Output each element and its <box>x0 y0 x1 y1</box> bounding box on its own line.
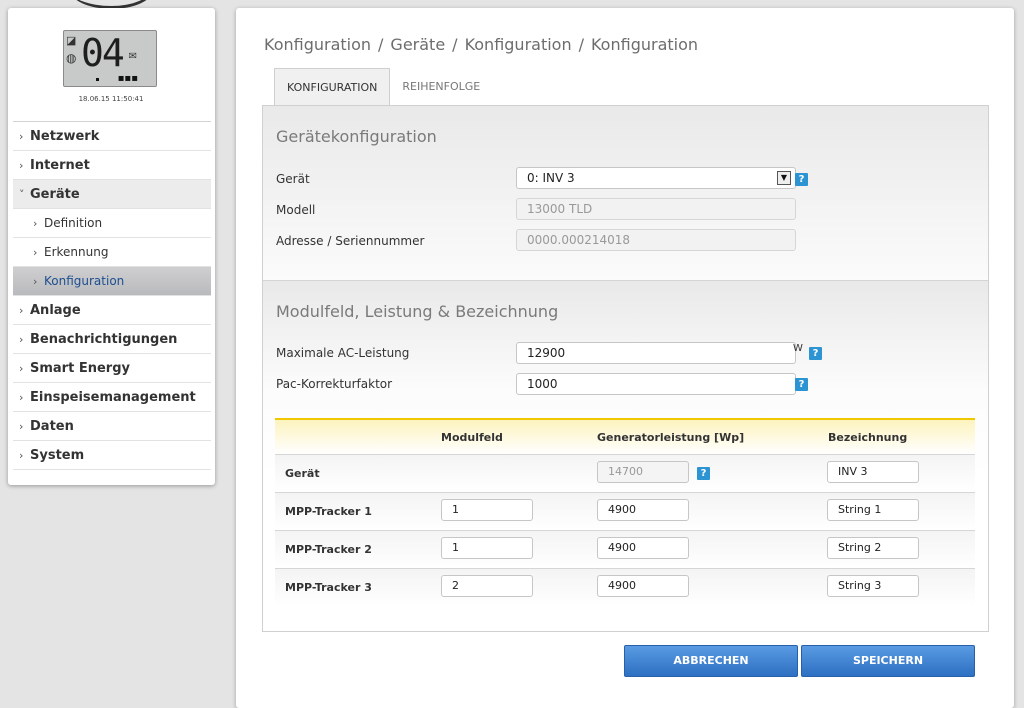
generator-total-field: 14700 <box>597 461 689 483</box>
help-icon[interactable]: ? <box>697 467 710 480</box>
max-ac-input[interactable]: 12900 <box>516 342 796 364</box>
chart-icon: ◪ <box>66 34 77 47</box>
table-row: MPP-Tracker 2 1 4900 String 2 <box>275 530 975 568</box>
column-header-generatorleistung: Generatorleistung [Wp] <box>597 431 745 444</box>
cancel-button[interactable]: ABBRECHEN <box>624 645 798 677</box>
model-field: 13000 TLD <box>516 198 796 220</box>
sidebar-item-anlage[interactable]: › Anlage <box>13 296 211 325</box>
row-label: Gerät <box>285 467 320 480</box>
help-icon[interactable]: ? <box>795 173 808 186</box>
breadcrumb-item[interactable]: Konfiguration <box>264 35 371 54</box>
name-input[interactable]: String 3 <box>827 575 919 597</box>
modulfeld-input[interactable]: 1 <box>441 499 533 521</box>
modulfeld-input[interactable]: 1 <box>441 537 533 559</box>
modulfeld-input[interactable]: 2 <box>441 575 533 597</box>
mail-icon: ✉ <box>128 51 137 62</box>
row-label: MPP-Tracker 1 <box>285 505 372 518</box>
breadcrumb: Konfiguration / Geräte / Konfiguration / Konfi… <box>264 35 698 54</box>
address-label: Adresse / Seriennummer <box>276 234 425 248</box>
device-label: Gerät <box>276 172 310 186</box>
row-label: MPP-Tracker 2 <box>285 543 372 556</box>
sidebar-item-benachrichtigungen[interactable]: › Benachrichtigungen <box>13 325 211 354</box>
chevron-right-icon: › <box>19 303 24 317</box>
name-input[interactable]: String 2 <box>827 537 919 559</box>
chevron-right-icon: › <box>19 332 24 346</box>
chevron-right-icon: › <box>33 245 38 259</box>
address-field: 0000.000214018 <box>516 229 796 251</box>
sidebar-item-smart-energy[interactable]: › Smart Energy <box>13 354 211 383</box>
breadcrumb-item: Konfiguration <box>590 35 699 54</box>
section-title: Modulfeld, Leistung & Bezeichnung <box>276 302 559 321</box>
main-panel: Konfiguration / Geräte / Konfiguration / Konfi… <box>236 8 1014 708</box>
globe-icon: ◍ <box>66 51 77 65</box>
max-ac-unit: W <box>793 343 803 354</box>
chevron-right-icon: › <box>19 158 24 172</box>
sidebar-item-erkennung[interactable]: › Erkennung <box>13 238 211 267</box>
generator-input[interactable]: 4900 <box>597 537 689 559</box>
tab-konfiguration[interactable]: KONFIGURATION <box>274 68 391 106</box>
sidebar-item-internet[interactable]: › Internet <box>13 151 211 180</box>
sidebar-item-daten[interactable]: › Daten <box>13 412 211 441</box>
model-label: Modell <box>276 203 316 217</box>
sidebar-item-konfiguration[interactable]: › Konfiguration <box>13 267 211 296</box>
breadcrumb-separator: / <box>452 35 458 54</box>
help-icon[interactable]: ? <box>795 378 808 391</box>
device-datetime: 18.06.15 11:50:41 <box>78 95 144 103</box>
section-title: Gerätekonfiguration <box>276 127 437 146</box>
config-panel: Gerätekonfiguration Gerät 0: INV 3 ▼ ? M… <box>262 105 989 632</box>
sidebar-item-netzwerk[interactable]: › Netzwerk <box>13 122 211 151</box>
column-header-bezeichnung: Bezeichnung <box>828 431 908 444</box>
breadcrumb-item[interactable]: Konfiguration <box>465 35 572 54</box>
sidebar-item-system[interactable]: › System <box>13 441 211 470</box>
sidebar: ◪ ◍ 04 ✉ ▪▪▪ 18.06.15 11:50:41 › Netzwerk… <box>8 8 215 485</box>
sidebar-item-geraete[interactable]: ˅ Geräte <box>13 180 211 209</box>
device-config-section: Gerätekonfiguration Gerät 0: INV 3 ▼ ? M… <box>263 106 988 281</box>
chevron-right-icon: › <box>33 216 38 230</box>
chevron-down-icon[interactable]: ▼ <box>777 171 791 185</box>
lcd-bars-icon: ▪▪▪ <box>117 73 138 84</box>
name-input[interactable]: String 1 <box>827 499 919 521</box>
device-select[interactable]: 0: INV 3 ▼ <box>516 167 796 189</box>
tab-bar: KONFIGURATION REIHENFOLGE <box>274 68 492 106</box>
chevron-right-icon: › <box>19 390 24 404</box>
chevron-right-icon: › <box>19 129 24 143</box>
breadcrumb-separator: / <box>378 35 384 54</box>
table-header: Modulfeld Generatorleistung [Wp] Bezeich… <box>275 418 975 454</box>
max-ac-label: Maximale AC-Leistung <box>276 346 410 360</box>
sidebar-menu: › Netzwerk › Internet ˅ Geräte › Definition … <box>13 121 211 470</box>
sidebar-item-definition[interactable]: › Definition <box>13 209 211 238</box>
device-select-value: 0: INV 3 <box>527 171 575 185</box>
column-header-modulfeld: Modulfeld <box>441 431 503 444</box>
tab-reihenfolge[interactable]: REIHENFOLGE <box>390 68 492 106</box>
save-button[interactable]: SPEICHERN <box>801 645 975 677</box>
chevron-right-icon: › <box>33 274 38 288</box>
chevron-right-icon: › <box>19 419 24 433</box>
lcd-dot-icon <box>96 78 99 81</box>
lcd-value: 04 <box>81 31 125 75</box>
table-row: MPP-Tracker 1 1 4900 String 1 <box>275 492 975 530</box>
chevron-down-icon: ˅ <box>19 187 25 201</box>
sidebar-item-einspeisemanagement[interactable]: › Einspeisemanagement <box>13 383 211 412</box>
device-name-input[interactable]: INV 3 <box>827 461 919 483</box>
breadcrumb-item[interactable]: Geräte <box>390 35 445 54</box>
chevron-right-icon: › <box>19 448 24 462</box>
device-lcd-display: ◪ ◍ 04 ✉ ▪▪▪ <box>63 30 157 87</box>
breadcrumb-separator: / <box>578 35 584 54</box>
help-icon[interactable]: ? <box>809 347 822 360</box>
table-row-device: Gerät 14700 ? INV 3 <box>275 454 975 492</box>
row-label: MPP-Tracker 3 <box>285 581 372 594</box>
chevron-right-icon: › <box>19 361 24 375</box>
table-row: MPP-Tracker 3 2 4900 String 3 <box>275 568 975 606</box>
pac-label: Pac-Korrekturfaktor <box>276 377 393 391</box>
generator-input[interactable]: 4900 <box>597 499 689 521</box>
generator-input[interactable]: 4900 <box>597 575 689 597</box>
pac-input[interactable]: 1000 <box>516 373 796 395</box>
